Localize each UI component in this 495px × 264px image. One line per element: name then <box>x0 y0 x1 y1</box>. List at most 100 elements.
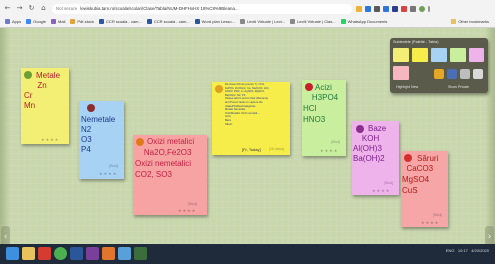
apps-icon <box>5 18 10 24</box>
swatch-pink[interactable] <box>393 66 409 80</box>
note-title: Săruri <box>417 154 439 163</box>
note-tag: [16 clasa] <box>269 147 284 151</box>
whatsapp-icon <box>340 18 346 24</box>
note-body: H3PO4 HCl HNO3 <box>303 93 339 124</box>
pdf-icon[interactable] <box>38 247 51 260</box>
bookmark-mail[interactable]: Mail <box>51 18 65 24</box>
address-row: ← → ↻ ⌂ Not secure lewiskubia.tam.ro/sco… <box>0 2 495 15</box>
app-icon[interactable] <box>118 247 131 260</box>
note-body: N2 O3 P4 <box>81 125 92 154</box>
note-title: Nemetale <box>81 115 116 124</box>
bookmark-google[interactable]: Google <box>26 18 46 24</box>
highlight-new-toggle[interactable]: Highlight New <box>396 85 418 89</box>
rating: ★★★★ <box>372 188 391 193</box>
folder-icon <box>451 18 457 24</box>
note-meta: [Stud] <box>384 181 394 185</box>
strawberry-icon <box>404 154 412 162</box>
bookmark-ccr-1[interactable]: CCR scoala - cam... <box>99 18 142 24</box>
camera-icon[interactable] <box>473 69 483 79</box>
bug-icon <box>87 104 95 112</box>
bookmark-word[interactable]: Word plan Lesso... <box>194 18 235 24</box>
folder-icon[interactable] <box>434 69 444 79</box>
extension-icon[interactable] <box>401 5 407 12</box>
word-icon <box>194 18 200 24</box>
google-icon <box>26 18 32 24</box>
swatch-gold[interactable] <box>412 48 428 62</box>
word-icon[interactable] <box>70 247 83 260</box>
swatch-yellow[interactable] <box>393 48 409 62</box>
note-title: Acizi <box>315 83 332 92</box>
note-body: CaCO3 MgSO4 CuS <box>402 164 434 195</box>
lectii-icon <box>239 18 245 24</box>
bookmark-pdf[interactable]: Pdf-stock <box>70 18 94 24</box>
browser-chrome: ← → ↻ ⌂ Not secure lewiskubia.tam.ro/sco… <box>0 0 495 28</box>
rating: ★★★★ <box>421 220 440 225</box>
note-palette: Subiectele (Palette - Tabla) Highlight N… <box>390 38 488 93</box>
apple-icon <box>24 71 32 79</box>
note-baze[interactable]: Baze KOH Al(OH)3 Ba(OH)2 [Stud] ★★★★ <box>352 121 399 195</box>
bookmark-ccr-2[interactable]: CCR scoala - cam... <box>146 18 190 24</box>
language-indicator: ENG <box>445 248 455 253</box>
grapes-icon <box>356 125 364 133</box>
address-bar[interactable]: Not secure lewiskubia.tam.ro/scoala/scol… <box>52 3 352 14</box>
trash-icon[interactable] <box>447 69 457 79</box>
bookmark-whatsapp[interactable]: WhatsApp Documents <box>340 18 387 24</box>
rating: ★★★★ <box>178 208 197 213</box>
forward-icon[interactable]: → <box>15 4 24 13</box>
note-author: [Fr, Today] <box>242 147 261 152</box>
not-secure-label: Not secure <box>56 6 78 11</box>
pdf-icon <box>70 18 76 24</box>
extensions <box>356 5 430 12</box>
extension-icon[interactable] <box>365 5 371 12</box>
note-title: Baze <box>368 124 387 133</box>
address-text: lewiskubia.tam.ro/scoala/scolari/Clase/T… <box>80 6 239 11</box>
extension-icon[interactable] <box>410 5 416 12</box>
orange-icon <box>136 138 144 146</box>
note-meta: [Stud] <box>188 202 198 206</box>
note-nemetale[interactable]: Nemetale N2 O3 P4 [Stud] ★★★★ <box>79 101 124 179</box>
note-metale[interactable]: Metale Zn Cr Mn ★★★★ <box>21 68 69 144</box>
bookmarks-bar: Apps Google Mail Pdf-stock CCR scoala - … <box>0 15 495 27</box>
home-icon[interactable]: ⌂ <box>39 4 48 13</box>
sun-icon <box>215 85 223 93</box>
reload-icon[interactable]: ↻ <box>27 4 36 13</box>
note-instructions[interactable]: De clasa Chimie (pentru 7): CO2, FePO4, … <box>212 82 290 155</box>
app-icon[interactable] <box>134 247 147 260</box>
lectii-icon <box>290 18 296 24</box>
note-acizi[interactable]: Acizi H3PO4 HCl HNO3 [Stud] ★★★★ <box>302 80 346 156</box>
chrome-icon[interactable] <box>54 247 67 260</box>
swatch-purple[interactable] <box>469 48 484 62</box>
system-tray[interactable]: ENG 10:17 4/20/2020 <box>446 248 489 253</box>
folder-icon[interactable] <box>22 247 35 260</box>
rating: ★★★★ <box>99 171 118 176</box>
app-icon[interactable] <box>102 247 115 260</box>
swatch-green[interactable] <box>450 48 466 62</box>
bookmark-lectii-2[interactable]: Lectii Virtuale | Clas... <box>290 18 336 24</box>
menu-icon[interactable] <box>428 5 430 12</box>
taskbar: ENG 10:17 4/20/2020 <box>0 244 495 264</box>
extension-icon[interactable] <box>374 5 380 12</box>
note-meta: [Stud] <box>331 140 341 144</box>
settings-icon[interactable] <box>460 69 470 79</box>
note-oxizi[interactable]: Oxizi metalici Na2O,Fe2O3 Oxizi nemetali… <box>133 135 207 215</box>
extension-icon[interactable] <box>383 5 389 12</box>
back-icon[interactable]: ← <box>3 4 12 13</box>
date: 4/20/2020 <box>471 248 489 253</box>
bookmark-apps[interactable]: Apps <box>5 18 21 24</box>
start-icon[interactable] <box>6 247 19 260</box>
star-icon[interactable] <box>356 5 362 12</box>
rating: ★★★★ <box>320 148 339 153</box>
show-private-toggle[interactable]: Show Private <box>448 85 469 89</box>
extension-icon[interactable] <box>392 5 398 12</box>
avatar[interactable] <box>419 5 425 12</box>
bookmark-other[interactable]: Other bookmarks <box>451 15 489 27</box>
note-body: De clasa Chimie (pentru 7): CO2, FePO4, … <box>225 83 270 126</box>
swatch-blue[interactable] <box>431 48 447 62</box>
bookmark-lectii-1[interactable]: Lectii Virtuale | Lect... <box>239 18 285 24</box>
media-icon[interactable] <box>86 247 99 260</box>
rating: ★★★★ <box>41 137 60 142</box>
note-meta: [Stud] <box>109 164 119 168</box>
note-meta: [Stud] <box>433 213 443 217</box>
note-title: Metale <box>36 71 61 80</box>
note-saruri[interactable]: Săruri CaCO3 MgSO4 CuS [Stud] ★★★★ <box>401 151 448 227</box>
